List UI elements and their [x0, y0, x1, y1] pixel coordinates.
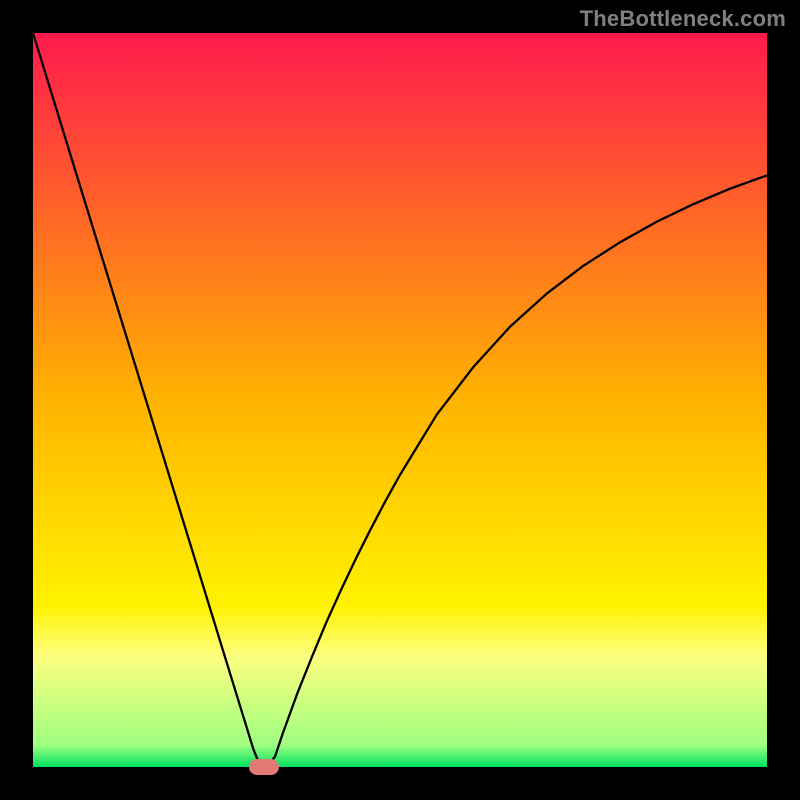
optimal-marker-icon: [249, 759, 279, 775]
watermark-text: TheBottleneck.com: [580, 6, 786, 32]
chart-frame: TheBottleneck.com: [0, 0, 800, 800]
gradient-background: [33, 33, 767, 767]
bottleneck-plot: [33, 33, 767, 767]
